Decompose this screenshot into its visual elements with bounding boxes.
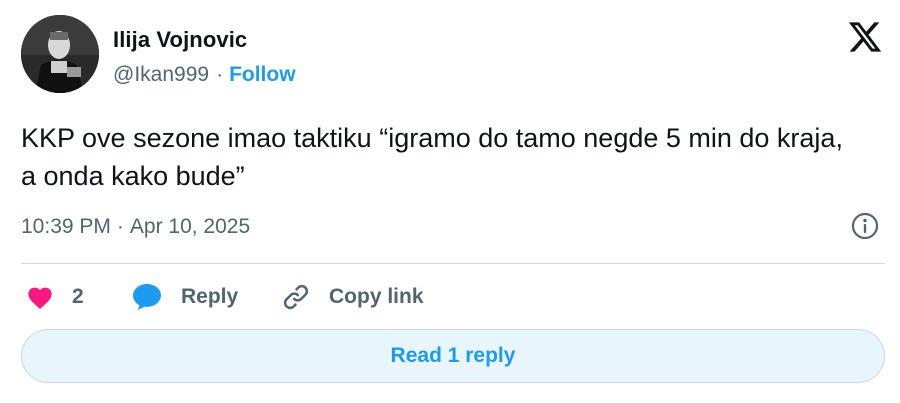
x-logo-icon[interactable] bbox=[847, 19, 883, 55]
avatar[interactable] bbox=[21, 15, 99, 93]
heart-icon bbox=[26, 284, 54, 310]
tweet-card: Ilija Vojnovic @Ikan999 · Follow KKP ove s… bbox=[0, 0, 900, 403]
like-count: 2 bbox=[72, 285, 84, 308]
link-icon bbox=[281, 282, 311, 312]
reply-label: Reply bbox=[181, 285, 239, 308]
divider bbox=[21, 263, 885, 264]
info-icon[interactable] bbox=[850, 211, 880, 241]
tweet-time: 10:39 PM bbox=[21, 215, 111, 238]
separator-dot: · bbox=[216, 63, 224, 86]
action-bar: 2 Reply Copy link bbox=[21, 278, 885, 316]
copy-link-label: Copy link bbox=[329, 285, 424, 308]
author-name[interactable]: Ilija Vojnovic bbox=[113, 27, 247, 53]
handle-line: @Ikan999 · Follow bbox=[113, 63, 296, 87]
speech-bubble-icon bbox=[131, 282, 163, 312]
like-button[interactable]: 2 bbox=[26, 278, 84, 316]
reply-button[interactable]: Reply bbox=[131, 278, 238, 316]
follow-button[interactable]: Follow bbox=[229, 63, 296, 86]
copy-link-button[interactable]: Copy link bbox=[281, 278, 424, 316]
read-replies-button[interactable]: Read 1 reply bbox=[21, 329, 885, 383]
timestamp[interactable]: 10:39 PM · Apr 10, 2025 bbox=[21, 215, 250, 239]
author-handle[interactable]: @Ikan999 bbox=[113, 63, 209, 86]
separator-dot: · bbox=[116, 215, 124, 238]
tweet-text: KKP ove sezone imao taktiku “igramo do t… bbox=[21, 123, 843, 191]
tweet-date: Apr 10, 2025 bbox=[129, 215, 251, 238]
